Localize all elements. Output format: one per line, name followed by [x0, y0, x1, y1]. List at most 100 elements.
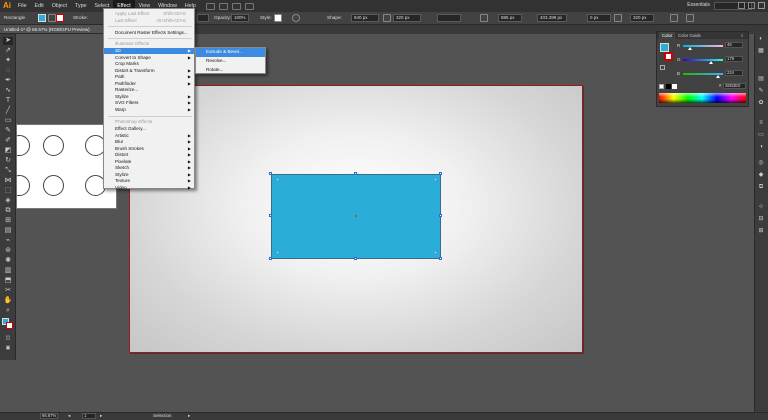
- appearance-panel-icon[interactable]: ◎: [757, 160, 765, 167]
- hand-tool-icon[interactable]: ✋: [3, 297, 13, 305]
- color-panel-icon[interactable]: ◐: [757, 36, 765, 43]
- hex-value-field[interactable]: 2EB3E0: [723, 83, 746, 89]
- corner-widget[interactable]: [434, 178, 437, 181]
- red-slider-thumb[interactable]: [688, 47, 693, 50]
- x-field[interactable]: 885 px: [498, 14, 522, 22]
- menu-item-revolve[interactable]: Revolve...: [196, 57, 265, 66]
- menu-item-svg-filters[interactable]: SVG Filters ▶: [104, 100, 194, 106]
- w-field[interactable]: 0 px: [587, 14, 611, 22]
- drawing-modes-icon[interactable]: ◫: [3, 334, 13, 342]
- bounding-box-handle[interactable]: [269, 172, 272, 175]
- menu-item-rotate[interactable]: Rotate...: [196, 66, 265, 75]
- direct-selection-tool-icon[interactable]: ⇗: [3, 47, 13, 55]
- gpu-icon[interactable]: [231, 2, 241, 10]
- artboard-number-field[interactable]: 1: [82, 413, 96, 419]
- stroke-weight-field[interactable]: [197, 14, 209, 22]
- bounding-box-handle[interactable]: [354, 257, 357, 260]
- menu-item-document-raster-effects-settings[interactable]: Document Raster Effects Settings...: [104, 30, 194, 36]
- mesh-tool-icon[interactable]: ⊞: [3, 217, 13, 225]
- menu-item-distort-and-transform[interactable]: Distort & Transform ▶: [104, 68, 194, 74]
- menu-item-sketch[interactable]: Sketch ▶: [104, 165, 194, 171]
- close-icon[interactable]: [758, 2, 765, 9]
- red-value-field[interactable]: 46: [725, 42, 743, 48]
- y-field[interactable]: 403.399 px: [537, 14, 567, 22]
- menu-item-convert-to-shape[interactable]: Convert to Shape ▶: [104, 55, 194, 61]
- recolor-artwork-icon[interactable]: [292, 14, 300, 22]
- menu-item-video[interactable]: Video ▶: [104, 185, 194, 191]
- type-tool-icon[interactable]: T: [3, 97, 13, 105]
- magic-wand-tool-icon[interactable]: ✦: [3, 57, 13, 65]
- corner-radius-field[interactable]: [437, 14, 461, 22]
- black-swatch[interactable]: [666, 84, 671, 89]
- pathfinder-panel-icon[interactable]: ⊞: [757, 228, 765, 235]
- bounding-box-handle[interactable]: [269, 214, 272, 217]
- gradient-panel-icon[interactable]: ▭: [757, 132, 765, 139]
- width-tool-icon[interactable]: ⋈: [3, 177, 13, 185]
- color-guide-panel-icon[interactable]: ▦: [757, 48, 765, 55]
- document-tab[interactable]: Untitled-1* @ 66.67% (RGB/GPU Preview): [0, 25, 104, 34]
- none-swatch[interactable]: [659, 84, 664, 89]
- menu-item-brush-strokes[interactable]: Brush Strokes ▶: [104, 146, 194, 152]
- corner-widget[interactable]: [434, 251, 437, 254]
- menu-item-artistic[interactable]: Artistic ▶: [104, 133, 194, 139]
- status-menu-icon[interactable]: ▸: [188, 413, 190, 419]
- link-dimensions-icon[interactable]: [383, 14, 391, 22]
- align-panel-icon[interactable]: ⊟: [757, 216, 765, 223]
- blend-tool-icon[interactable]: ⊚: [3, 247, 13, 255]
- bounding-box-handle[interactable]: [439, 172, 442, 175]
- menu-item-texture[interactable]: Texture ▶: [104, 178, 194, 184]
- menu-item-pathfinder[interactable]: Pathfinder ▶: [104, 81, 194, 87]
- menu-type[interactable]: Type: [71, 0, 90, 12]
- shaper-tool-icon[interactable]: ✐: [3, 137, 13, 145]
- bounding-box-handle[interactable]: [354, 172, 357, 175]
- menu-item-crop-marks[interactable]: Crop Marks: [104, 61, 194, 67]
- scale-tool-icon[interactable]: ⤡: [3, 167, 13, 175]
- selection-tool-icon[interactable]: ➤: [3, 37, 13, 45]
- shape-width-field[interactable]: 840 px: [351, 14, 379, 22]
- bounding-box-handle[interactable]: [439, 257, 442, 260]
- green-value-field[interactable]: 179: [725, 56, 743, 62]
- menu-item-rasterize[interactable]: Rasterize...: [104, 87, 194, 93]
- screen-mode-icon[interactable]: ▣: [3, 344, 13, 352]
- eyedropper-tool-icon[interactable]: ⌁: [3, 237, 13, 245]
- tab-color-guide[interactable]: Color Guide: [675, 32, 704, 39]
- out-of-gamut-icon[interactable]: [660, 65, 665, 70]
- next-artboard-icon[interactable]: ▸: [100, 413, 102, 419]
- menu-object[interactable]: Object: [48, 0, 71, 12]
- paintbrush-tool-icon[interactable]: ✎: [3, 127, 13, 135]
- align-icon[interactable]: [480, 14, 488, 22]
- bounding-box-handle[interactable]: [269, 257, 272, 260]
- menu-item-effect-gallery[interactable]: Effect Gallery...: [104, 126, 194, 132]
- panel-menu-icon[interactable]: ≡: [741, 33, 743, 38]
- shape-height-field[interactable]: 320 px: [393, 14, 421, 22]
- menu-item-distort[interactable]: Distort ▶: [104, 152, 194, 158]
- menu-item-last-effect[interactable]: Last Effect Alt+Shift+Ctrl+E: [104, 18, 194, 24]
- perspective-grid-tool-icon[interactable]: ⧉: [3, 207, 13, 215]
- symbols-panel-icon[interactable]: ✿: [757, 100, 765, 107]
- workspace-switcher[interactable]: Essentials: [687, 2, 710, 8]
- corner-widget[interactable]: [276, 178, 279, 181]
- opacity-field[interactable]: 100%: [231, 14, 249, 22]
- menu-item-blur[interactable]: Blur ▶: [104, 139, 194, 145]
- green-slider-track[interactable]: [683, 59, 723, 61]
- menu-item-path[interactable]: Path ▶: [104, 74, 194, 80]
- pen-tool-icon[interactable]: ✒: [3, 77, 13, 85]
- artboards-panel-icon[interactable]: ⧉: [757, 184, 765, 191]
- symbol-sprayer-tool-icon[interactable]: ✺: [3, 257, 13, 265]
- curvature-tool-icon[interactable]: ∿: [3, 87, 13, 95]
- menu-item-stylize-photoshop[interactable]: Stylize ▶: [104, 172, 194, 178]
- menu-item-pixelate[interactable]: Pixelate ▶: [104, 159, 194, 165]
- slice-tool-icon[interactable]: ✂: [3, 287, 13, 295]
- tool-stroke-swatch[interactable]: [6, 322, 13, 329]
- menu-item-extrude-and-bevel[interactable]: Extrude & Bevel...: [196, 48, 265, 57]
- shape-builder-tool-icon[interactable]: ◈: [3, 197, 13, 205]
- rectangle-tool-icon[interactable]: ▭: [3, 117, 13, 125]
- color-fill-swatch[interactable]: [660, 43, 669, 52]
- eraser-tool-icon[interactable]: ◩: [3, 147, 13, 155]
- first-artboard-icon[interactable]: ◂: [68, 413, 70, 419]
- menu-item-apply-last-effect[interactable]: Apply Last Effect Shift+Ctrl+E: [104, 11, 194, 17]
- blue-value-field[interactable]: 224: [725, 70, 743, 76]
- minimize-icon[interactable]: [738, 2, 745, 9]
- h-field[interactable]: 320 px: [630, 14, 654, 22]
- bounding-box-handle[interactable]: [439, 214, 442, 217]
